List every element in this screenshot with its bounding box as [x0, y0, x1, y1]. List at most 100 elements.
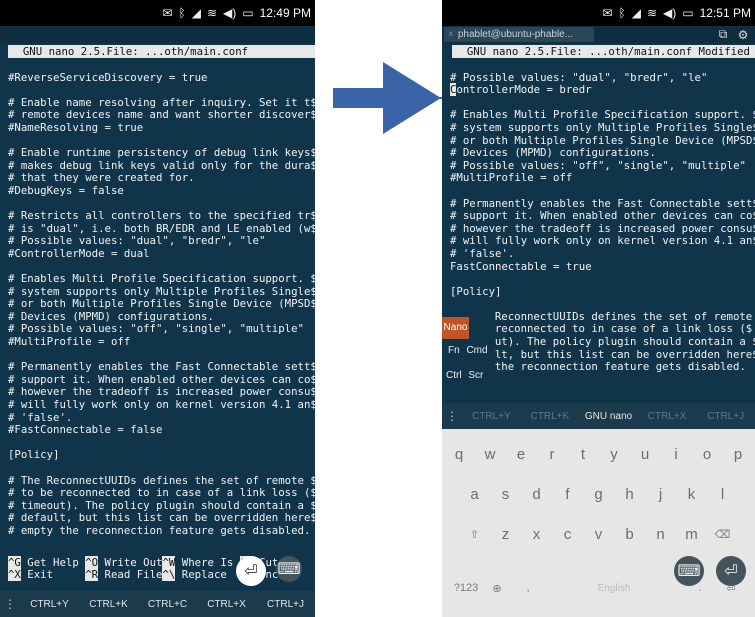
- editor-line: # Devices (MPMD) configurations.: [450, 146, 656, 160]
- editor-line: # to be reconnected to in case of a link…: [8, 486, 315, 500]
- right-phone-screen: ✉ ᛒ ◢ ≋ ◀) ▭ 12:51 PM × phablet@ubuntu-ph…: [442, 0, 755, 617]
- clock[interactable]: 12:51 PM: [700, 6, 751, 20]
- side-menu-ctrl[interactable]: Ctrl: [446, 370, 462, 381]
- close-tab-icon[interactable]: ×: [448, 29, 454, 40]
- key-e[interactable]: e: [509, 441, 534, 467]
- key-j[interactable]: j: [648, 481, 673, 507]
- key-z[interactable]: z: [493, 521, 518, 547]
- editor-text[interactable]: #ReverseServiceDiscovery = true # Enable …: [0, 59, 315, 549]
- backspace-key[interactable]: ⌫: [710, 521, 735, 547]
- nano-header: GNU nano 2.5.File: ...oth/main.conf: [8, 45, 315, 58]
- editor-line: # empty the reconnection feature gets di…: [8, 523, 311, 537]
- side-menu: Nano Fn Cmd Ctrl Scr: [442, 317, 488, 381]
- messages-icon[interactable]: ✉: [602, 6, 612, 20]
- key-i[interactable]: i: [664, 441, 689, 467]
- key-l[interactable]: l: [710, 481, 735, 507]
- space-bar[interactable]: English: [547, 575, 682, 601]
- ctrl-key-4[interactable]: CTRL+J: [256, 599, 315, 610]
- key-b[interactable]: b: [617, 521, 642, 547]
- editor-text[interactable]: # Possible values: "dual", "bredr", "le"…: [442, 59, 755, 379]
- keyboard-toggle-icon[interactable]: ⌨: [276, 556, 302, 582]
- editor-line: FastConnectable = true: [450, 259, 592, 273]
- key-d[interactable]: d: [524, 481, 549, 507]
- battery-icon[interactable]: ▭: [242, 6, 253, 20]
- status-bar: ✉ ᛒ ◢ ≋ ◀) ▭ 12:51 PM: [442, 0, 755, 26]
- comma-key[interactable]: ,: [516, 575, 541, 601]
- left-phone-screen: ✉ ᛒ ◢ ≋ ◀) ▭ 12:49 PM GNU nano 2.5.File:…: [0, 0, 315, 617]
- bluetooth-icon[interactable]: ᛒ: [619, 6, 626, 20]
- shortcut-key: ^\: [162, 568, 176, 581]
- key-t[interactable]: t: [571, 441, 596, 467]
- key-a[interactable]: a: [462, 481, 487, 507]
- editor-line: # system supports only Multiple Profiles…: [450, 120, 755, 134]
- signal-icon[interactable]: ◢: [192, 6, 201, 20]
- editor-line: [Policy]: [450, 284, 502, 298]
- shortcut-key: ^R: [85, 568, 99, 581]
- wifi-icon[interactable]: ≋: [647, 6, 657, 20]
- key-y[interactable]: y: [602, 441, 627, 467]
- side-menu-nano[interactable]: Nano: [442, 317, 469, 339]
- bluetooth-icon[interactable]: ᛒ: [179, 6, 186, 20]
- wifi-icon[interactable]: ≋: [207, 6, 217, 20]
- tab-title: phablet@ubuntu-phable...: [457, 29, 574, 40]
- key-r[interactable]: r: [540, 441, 565, 467]
- key-x[interactable]: x: [524, 521, 549, 547]
- menu-icon[interactable]: ⋮: [0, 597, 20, 611]
- key-v[interactable]: v: [586, 521, 611, 547]
- battery-icon[interactable]: ▭: [682, 6, 693, 20]
- language-globe-icon[interactable]: ⊕: [485, 575, 510, 601]
- key-c[interactable]: c: [555, 521, 580, 547]
- key-q[interactable]: q: [447, 441, 472, 467]
- editor-line: # Permanently enables the Fast Connectab…: [8, 360, 315, 374]
- enter-key-button[interactable]: ⏎: [236, 556, 266, 586]
- editor-line: #MultiProfile = off: [8, 335, 131, 349]
- key-o[interactable]: o: [695, 441, 720, 467]
- side-menu-row-fn: Fn Cmd: [442, 345, 488, 356]
- tabs-overview-icon[interactable]: ⧉: [715, 27, 731, 42]
- enter-key-button[interactable]: ⏎: [716, 556, 746, 586]
- signal-icon[interactable]: ◢: [632, 6, 641, 20]
- ctrl-key-1[interactable]: CTRL+K: [79, 599, 138, 610]
- ctrl-key-bar: ⋮ CTRL+Y CTRL+K CTRL+C CTRL+X CTRL+J: [0, 591, 315, 617]
- side-menu-fn[interactable]: Fn: [448, 345, 460, 356]
- ctrl-key-2[interactable]: GNU nano: [579, 411, 638, 422]
- key-s[interactable]: s: [493, 481, 518, 507]
- keyboard-toggle-icon[interactable]: ⌨: [674, 556, 704, 586]
- key-p[interactable]: p: [726, 441, 751, 467]
- key-h[interactable]: h: [617, 481, 642, 507]
- ctrl-key-0[interactable]: CTRL+Y: [462, 411, 521, 422]
- ctrl-key-3[interactable]: CTRL+X: [197, 599, 256, 610]
- editor-line: ControllerMode = bredr: [450, 83, 592, 97]
- terminal-tab[interactable]: × phablet@ubuntu-phable...: [444, 27, 594, 42]
- clock[interactable]: 12:49 PM: [260, 6, 311, 20]
- menu-icon[interactable]: ⋮: [442, 409, 462, 423]
- volume-icon[interactable]: ◀): [663, 6, 676, 20]
- ctrl-key-4[interactable]: CTRL+J: [696, 411, 755, 422]
- ctrl-key-1[interactable]: CTRL+K: [521, 411, 580, 422]
- key-w[interactable]: w: [478, 441, 503, 467]
- settings-gear-icon[interactable]: ⚙: [735, 28, 751, 42]
- messages-icon[interactable]: ✉: [162, 6, 172, 20]
- ctrl-key-0[interactable]: CTRL+Y: [20, 599, 79, 610]
- key-u[interactable]: u: [633, 441, 658, 467]
- ctrl-key-2[interactable]: CTRL+C: [138, 599, 197, 610]
- ctrl-key-3[interactable]: CTRL+X: [638, 411, 697, 422]
- key-m[interactable]: m: [679, 521, 704, 547]
- nano-header: GNU nano 2.5.File: ...oth/main.conf Modi…: [452, 45, 755, 58]
- side-menu-cmd[interactable]: Cmd: [466, 345, 487, 356]
- key-n[interactable]: n: [648, 521, 673, 547]
- shortcut-label: Replace: [175, 568, 240, 581]
- volume-icon[interactable]: ◀): [223, 6, 236, 20]
- key-g[interactable]: g: [586, 481, 611, 507]
- side-menu-scr[interactable]: Scr: [468, 370, 483, 381]
- shift-key[interactable]: ⇧: [462, 521, 487, 547]
- editor-line: # will fully work only on kernel version…: [8, 398, 315, 412]
- on-screen-keyboard: qwertyuiop asdfghjkl ⇧ zxcvbnm ⌫ ?123 ⊕ …: [442, 429, 755, 617]
- key-f[interactable]: f: [555, 481, 580, 507]
- symbols-key[interactable]: ?123: [454, 575, 479, 601]
- key-k[interactable]: k: [679, 481, 704, 507]
